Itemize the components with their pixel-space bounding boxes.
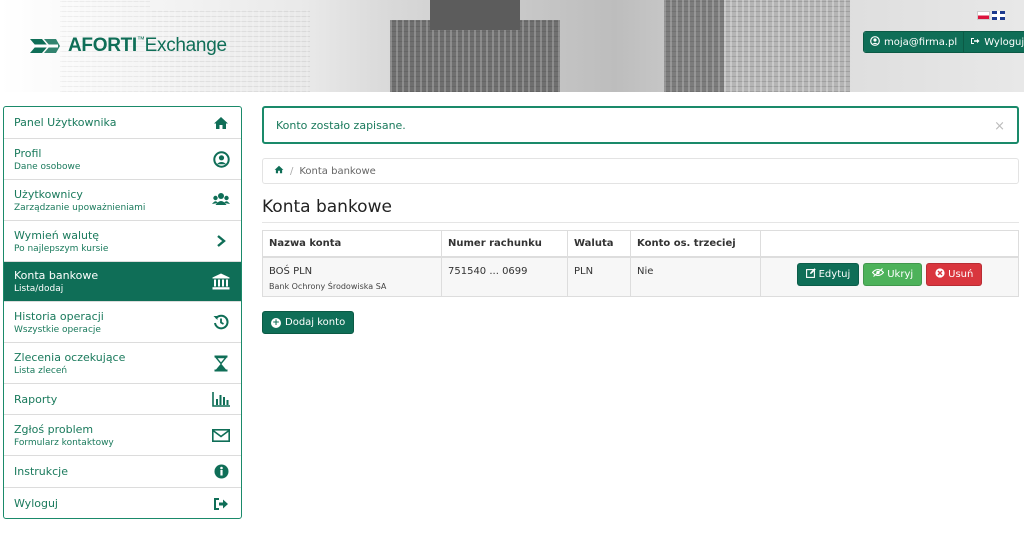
sidebar-item-historia[interactable]: Historia operacji Wszystkie operacje xyxy=(4,302,241,343)
sidebar-item-zlecenia[interactable]: Zlecenia oczekujące Lista zleceń xyxy=(4,343,241,384)
aforti-logo-icon xyxy=(28,33,62,59)
user-email: moja@firma.pl xyxy=(884,36,958,48)
sidebar-item-panel[interactable]: Panel Użytkownika xyxy=(4,107,241,139)
edit-icon xyxy=(805,267,816,281)
account-number: 751540 ... 0699 xyxy=(441,256,568,297)
user-account-button[interactable]: moja@firma.pl xyxy=(864,32,964,52)
edit-button[interactable]: Edytuj xyxy=(796,262,860,286)
add-account-button[interactable]: + Dodaj konto xyxy=(262,311,355,334)
sidebar-item-label: Historia operacji xyxy=(14,309,104,323)
eye-slash-icon xyxy=(871,268,885,280)
table-row: BOŚ PLN Bank Ochrony Środowiska SA 75154… xyxy=(262,256,1019,297)
table-header-row: Nazwa konta Numer rachunku Waluta Konto … xyxy=(262,230,1019,258)
delete-button[interactable]: Usuń xyxy=(926,262,983,286)
add-account-label: Dodaj konto xyxy=(285,317,346,328)
title-divider xyxy=(262,222,1019,223)
column-header: Numer rachunku xyxy=(441,230,568,258)
sidebar-item-wyloguj[interactable]: Wyloguj xyxy=(4,488,241,518)
sidebar-item-sublabel: Formularz kontaktowy xyxy=(14,437,114,448)
sidebar-item-label: Panel Użytkownika xyxy=(14,116,117,129)
flag-pl-icon[interactable] xyxy=(977,11,990,20)
sidebar-item-label: Zlecenia oczekujące xyxy=(14,350,126,364)
column-header xyxy=(760,230,1019,258)
building-decor xyxy=(724,0,850,92)
logo-text: AFORTI™Exchange xyxy=(68,35,227,56)
account-third-party: Nie xyxy=(630,256,761,297)
sidebar-item-label: Konta bankowe xyxy=(14,269,99,282)
sidebar-item-label: Profil xyxy=(14,146,42,160)
breadcrumb: / Konta bankowe xyxy=(262,158,1019,184)
logout-button[interactable]: Wyloguj xyxy=(963,32,1024,52)
building-decor xyxy=(430,0,520,30)
account-bank: Bank Ochrony Środowiska SA xyxy=(269,281,387,291)
plus-circle-icon: + xyxy=(271,317,281,328)
chevron-right-icon xyxy=(212,232,230,250)
breadcrumb-current: Konta bankowe xyxy=(299,165,376,177)
page-title: Konta bankowe xyxy=(262,197,392,217)
sidebar-item-raporty[interactable]: Raporty xyxy=(4,384,241,415)
column-header: Waluta xyxy=(567,230,631,258)
language-switcher xyxy=(977,11,1005,20)
sidebar-item-sublabel: Lista/dodaj xyxy=(14,284,64,294)
times-circle-icon xyxy=(935,267,945,281)
sidebar-item-label: Instrukcje xyxy=(14,465,68,478)
envelope-icon xyxy=(212,426,230,444)
bank-icon xyxy=(212,273,230,291)
sidebar-item-instrukcje[interactable]: Instrukcje xyxy=(4,456,241,488)
alert-message: Konto zostało zapisane. xyxy=(276,118,406,132)
sidebar-item-uzytkownicy[interactable]: Użytkownicy Zarządzanie upoważnieniami xyxy=(4,180,241,221)
account-name-cell: BOŚ PLN Bank Ochrony Środowiska SA xyxy=(262,256,442,297)
user-button-group: moja@firma.pl Wyloguj xyxy=(863,31,1024,53)
account-currency: PLN xyxy=(567,256,631,297)
row-actions: Edytuj Ukryj Usuń xyxy=(767,262,1012,286)
info-icon xyxy=(212,463,230,481)
sidebar-item-sublabel: Zarządzanie upoważnieniami xyxy=(14,202,146,213)
column-header: Nazwa konta xyxy=(262,230,442,258)
sign-out-icon xyxy=(212,495,230,513)
sidebar-item-sublabel: Wszystkie operacje xyxy=(14,324,101,335)
sidebar-item-label: Użytkownicy xyxy=(14,187,83,201)
breadcrumb-separator: / xyxy=(290,165,294,177)
building-decor xyxy=(390,20,560,92)
home-icon[interactable] xyxy=(274,165,284,177)
bank-accounts-table: Nazwa konta Numer rachunku Waluta Konto … xyxy=(262,230,1019,297)
sidebar-item-profil[interactable]: Profil Dane osobowe xyxy=(4,139,241,180)
sidebar-item-label: Wyloguj xyxy=(14,497,58,510)
header-banner: AFORTI™Exchange moja@firma.pl Wyloguj xyxy=(0,0,1024,92)
success-alert: Konto zostało zapisane. × xyxy=(262,106,1019,144)
sidebar-item-sublabel: Dane osobowe xyxy=(14,161,81,172)
column-header: Konto os. trzeciej xyxy=(630,230,761,258)
sidebar-item-wymien-walute[interactable]: Wymień walutę Po najlepszym kursie xyxy=(4,221,241,262)
hide-button[interactable]: Ukryj xyxy=(863,262,923,286)
users-icon xyxy=(212,191,230,209)
delete-label: Usuń xyxy=(948,268,974,280)
account-actions-cell: Edytuj Ukryj Usuń xyxy=(760,256,1019,297)
flag-uk-icon[interactable] xyxy=(992,11,1005,20)
history-icon xyxy=(212,313,230,331)
home-icon xyxy=(212,114,230,132)
sidebar-nav: Panel Użytkownika Profil Dane osobowe Uż… xyxy=(3,106,242,519)
sidebar-item-label: Wymień walutę xyxy=(14,228,100,242)
sidebar-item-sublabel: Po najlepszym kursie xyxy=(14,243,109,254)
sidebar-item-sublabel: Lista zleceń xyxy=(14,365,68,376)
sidebar-item-label: Raporty xyxy=(14,392,58,406)
logout-label: Wyloguj xyxy=(984,36,1024,48)
user-circle-icon xyxy=(870,35,880,49)
building-decor xyxy=(664,0,724,92)
close-icon[interactable]: × xyxy=(994,119,1005,134)
hourglass-icon xyxy=(212,354,230,372)
edit-label: Edytuj xyxy=(818,268,851,280)
sidebar-item-konta-bankowe[interactable]: Konta bankowe Lista/dodaj xyxy=(4,262,241,302)
aforti-logo[interactable]: AFORTI™Exchange xyxy=(28,33,227,59)
user-circle-icon xyxy=(212,150,230,168)
sidebar-item-label: Zgłoś problem xyxy=(14,422,94,436)
sign-out-icon xyxy=(970,36,980,49)
hide-label: Ukryj xyxy=(887,268,914,280)
account-name: BOŚ PLN xyxy=(269,265,313,277)
sidebar-item-zglos-problem[interactable]: Zgłoś problem Formularz kontaktowy xyxy=(4,415,241,456)
bar-chart-icon xyxy=(212,390,230,408)
